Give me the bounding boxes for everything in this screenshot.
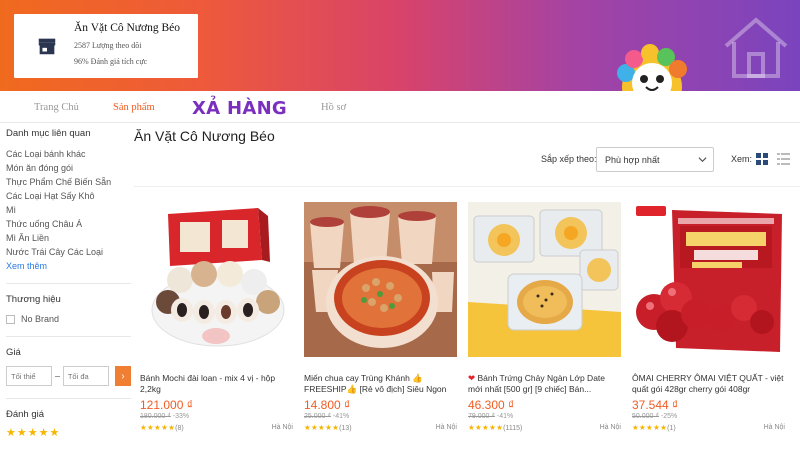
category-title: Danh mục liên quan <box>6 128 91 139</box>
home-icon <box>724 17 788 78</box>
rating-title: Đánh giá <box>6 409 45 420</box>
grid-view-icon[interactable] <box>756 153 768 165</box>
product-image-banh-trung-chay[interactable] <box>468 202 621 357</box>
product-image-omai-cherry[interactable] <box>632 202 785 357</box>
tab-home[interactable]: Trang Chủ <box>34 102 79 113</box>
price-filter: › <box>6 366 131 386</box>
tab-profile[interactable]: Hồ sơ <box>321 102 346 113</box>
sort-dropdown[interactable]: Phù hợp nhất <box>596 147 714 172</box>
product-review-count: (8) <box>175 425 184 432</box>
product-rating-stars: ★★★★★ <box>468 423 504 432</box>
shop-info-card: Ăn Vặt Cô Nương Béo 2587 Lượng theo dõi … <box>14 14 198 78</box>
brand-title: Thương hiệu <box>6 294 61 305</box>
price-apply-button[interactable]: › <box>114 366 131 386</box>
price-title: Giá <box>6 347 21 358</box>
product-footer: ★★★★★(1) Hà Nội <box>632 423 785 432</box>
product-price: 121.000 ₫ <box>140 398 193 412</box>
product-discount: -41% <box>496 413 514 420</box>
product-old-price-row: 50.000 ₫ -25% <box>632 413 785 420</box>
product-location: Hà Nội <box>435 424 457 431</box>
category-item[interactable]: Món ăn đóng gói <box>6 161 131 175</box>
category-item[interactable]: Mì <box>6 203 131 217</box>
product-card[interactable]: ❤ Bánh Trứng Chảy Ngàn Lớp Date mới nhất… <box>468 202 621 442</box>
view-label: Xem: <box>731 154 753 164</box>
product-old-price: 180.000 ₫ <box>140 413 171 420</box>
product-discount: -25% <box>660 413 678 420</box>
list-view-icon[interactable] <box>777 153 790 165</box>
product-name-text: Bánh Trứng Chảy Ngàn Lớp Date mới nhất [… <box>468 373 606 394</box>
product-discount: -33% <box>172 413 190 420</box>
product-location: Hà Nội <box>599 424 621 431</box>
filter-sidebar: Danh mục liên quan Các Loại bánh khác Mó… <box>6 124 131 439</box>
brand-option-label: No Brand <box>21 314 60 324</box>
store-icon <box>38 38 56 55</box>
product-rating-stars: ★★★★★ <box>140 423 176 432</box>
divider <box>6 398 131 399</box>
product-rating-stars: ★★★★★ <box>304 423 340 432</box>
product-discount: -41% <box>332 413 350 420</box>
product-old-price-row: 180.000 ₫ -33% <box>140 413 293 420</box>
sort-label: Sắp xếp theo: <box>541 154 597 164</box>
rating-filter-5-stars[interactable]: ★★★★★ <box>6 426 131 439</box>
brand-checkbox[interactable] <box>6 314 15 324</box>
product-name[interactable]: Bánh Mochi đài loan - mix 4 vị - hộp 2,2… <box>140 373 293 395</box>
divider <box>134 186 800 187</box>
brand-option-no-brand[interactable]: No Brand <box>6 314 131 324</box>
shop-followers: 2587 Lượng theo dõi <box>74 41 142 50</box>
product-old-price: 50.000 ₫ <box>632 413 659 420</box>
price-min-input[interactable] <box>6 366 52 386</box>
product-price: 14.800 ₫ <box>304 398 351 412</box>
product-card[interactable]: Miến chua cay Trùng Khánh 👍 FREESHIP👍 [R… <box>304 202 457 442</box>
product-name[interactable]: Miến chua cay Trùng Khánh 👍 FREESHIP👍 [R… <box>304 373 457 395</box>
clearance-sale-tab[interactable]: XẢ HÀNG <box>192 98 287 119</box>
product-location: Hà Nội <box>763 424 785 431</box>
shop-rating: 96% Đánh giá tích cực <box>74 57 148 66</box>
product-card[interactable]: ÔMAI CHERRY ÔMAI VIỆT QUẤT - việt quất g… <box>632 202 785 442</box>
product-name[interactable]: ÔMAI CHERRY ÔMAI VIỆT QUẤT - việt quất g… <box>632 373 785 395</box>
category-item[interactable]: Mì Ăn Liền <box>6 231 131 245</box>
shop-name[interactable]: Ăn Vặt Cô Nương Béo <box>74 22 180 34</box>
product-review-count: (13) <box>339 425 352 432</box>
product-card[interactable]: Bánh Mochi đài loan - mix 4 vị - hộp 2,2… <box>140 202 293 442</box>
product-review-count: (1) <box>667 425 676 432</box>
product-price: 46.300 ₫ <box>468 398 515 412</box>
tab-products[interactable]: Sản phẩm <box>113 102 155 113</box>
chevron-down-icon <box>698 157 707 163</box>
see-more-link[interactable]: Xem thêm <box>6 259 131 273</box>
product-image-mochi[interactable] <box>140 202 293 357</box>
category-item[interactable]: Các Loại bánh khác <box>6 147 131 161</box>
product-footer: ★★★★★(13) Hà Nội <box>304 423 457 432</box>
product-location: Hà Nội <box>271 424 293 431</box>
shop-nav: Trang Chủ Sản phẩm Hồ sơ <box>0 91 800 123</box>
product-price: 37.544 ₫ <box>632 398 679 412</box>
sort-value: Phù hợp nhất <box>605 155 660 165</box>
category-list: Các Loại bánh khác Món ăn đóng gói Thực … <box>6 147 131 273</box>
product-rating-stars: ★★★★★ <box>632 423 668 432</box>
shop-banner: Ăn Vặt Cô Nương Béo 2587 Lượng theo dõi … <box>0 0 800 91</box>
mascot-logo <box>617 44 687 91</box>
product-old-price: 79.000 ₫ <box>468 413 495 420</box>
page-title: Ăn Vặt Cô Nương Béo <box>134 128 275 144</box>
category-item[interactable]: Thực Phẩm Chế Biến Sẵn <box>6 175 131 189</box>
price-max-input[interactable] <box>62 366 109 386</box>
product-old-price-row: 79.000 ₫ -41% <box>468 413 621 420</box>
heart-icon: ❤ <box>468 373 476 383</box>
price-separator <box>55 375 60 377</box>
product-old-price: 25.000 ₫ <box>304 413 331 420</box>
category-item[interactable]: Thức uống Châu Á <box>6 217 131 231</box>
product-footer: ★★★★★(8) Hà Nội <box>140 423 293 432</box>
product-name[interactable]: ❤ Bánh Trứng Chảy Ngàn Lớp Date mới nhất… <box>468 373 621 395</box>
category-item[interactable]: Nước Trái Cây Các Loại <box>6 245 131 259</box>
product-old-price-row: 25.000 ₫ -41% <box>304 413 457 420</box>
divider <box>6 336 131 337</box>
product-review-count: (1115) <box>503 425 523 432</box>
category-item[interactable]: Các Loại Hạt Sấy Khô <box>6 189 131 203</box>
product-image-mien-chua-cay[interactable] <box>304 202 457 357</box>
divider <box>6 283 131 284</box>
product-footer: ★★★★★(1115) Hà Nội <box>468 423 621 432</box>
